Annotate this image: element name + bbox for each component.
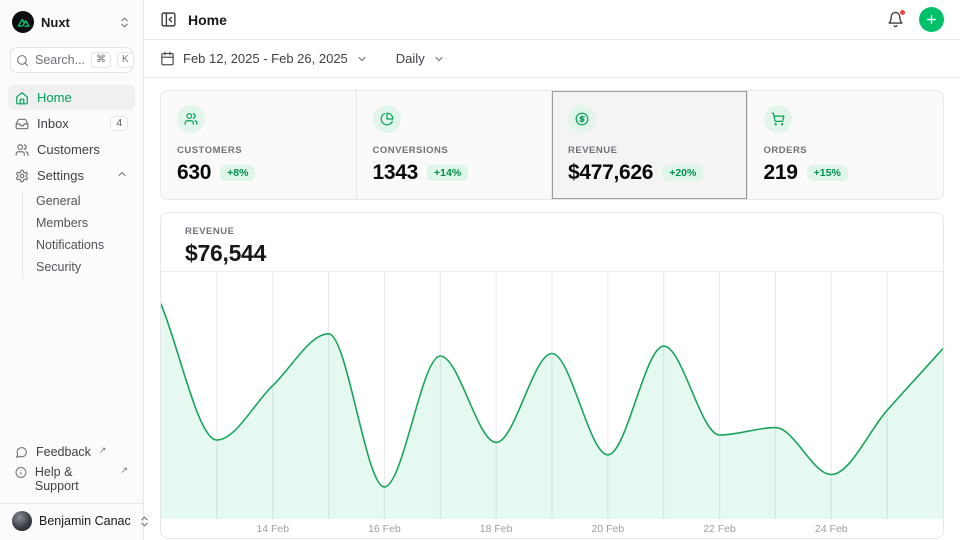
- search-input[interactable]: Search... ⌘ K: [10, 47, 133, 73]
- revenue-area-chart[interactable]: [161, 272, 943, 519]
- header-actions: [887, 7, 944, 32]
- notification-dot: [899, 9, 906, 16]
- page-title: Home: [188, 12, 227, 28]
- chart-plot-area[interactable]: [161, 272, 943, 519]
- filters-toolbar: Feb 12, 2025 - Feb 26, 2025 Daily: [144, 40, 960, 78]
- user-section: Benjamin Canac: [0, 503, 143, 540]
- stat-card-conversions[interactable]: CONVERSIONS 1343 +14%: [357, 91, 553, 199]
- stat-card-customers[interactable]: CUSTOMERS 630 +8%: [161, 91, 357, 199]
- stat-card-orders[interactable]: ORDERS 219 +15%: [748, 91, 944, 199]
- info-circle-icon: [15, 466, 27, 479]
- sidebar: Nuxt Search... ⌘ K Home Inbox 4 Cust: [0, 0, 144, 540]
- granularity-value: Daily: [396, 51, 425, 66]
- x-axis-tick-label: 18 Feb: [480, 523, 513, 535]
- x-axis-tick-label: 24 Feb: [815, 523, 848, 535]
- x-axis-tick-label: 16 Feb: [368, 523, 401, 535]
- granularity-select[interactable]: Daily: [396, 51, 445, 66]
- date-range-value: Feb 12, 2025 - Feb 26, 2025: [183, 51, 348, 66]
- chevron-up-down-icon: [118, 16, 131, 29]
- sidebar-item-customers[interactable]: Customers: [8, 137, 135, 162]
- gear-icon: [15, 169, 29, 183]
- sidebar-item-home[interactable]: Home: [8, 85, 135, 110]
- sidebar-item-label: Home: [37, 90, 72, 105]
- app-root: Nuxt Search... ⌘ K Home Inbox 4 Cust: [0, 0, 960, 540]
- inbox-icon: [15, 117, 29, 131]
- home-icon: [15, 91, 29, 105]
- panel-left-close-icon: [160, 11, 177, 28]
- chart-header: REVENUE $76,544: [161, 213, 943, 272]
- user-name: Benjamin Canac: [39, 514, 131, 528]
- stat-value: $477,626: [568, 161, 653, 185]
- chevron-up-icon: [116, 168, 128, 183]
- inbox-count-badge: 4: [110, 116, 128, 131]
- calendar-icon: [160, 51, 175, 66]
- help-support-link[interactable]: Help & Support ↗: [8, 462, 135, 496]
- x-axis-tick-label: 22 Feb: [703, 523, 736, 535]
- external-link-icon: ↗: [99, 445, 107, 455]
- external-link-icon: ↗: [120, 465, 128, 475]
- stat-label: CONVERSIONS: [373, 145, 536, 156]
- sidebar-nav: Home Inbox 4 Customers Settings General: [8, 85, 135, 278]
- add-button[interactable]: [919, 7, 944, 32]
- sidebar-item-inbox[interactable]: Inbox 4: [8, 111, 135, 136]
- stat-label: CUSTOMERS: [177, 145, 340, 156]
- kbd-k: K: [117, 52, 134, 68]
- chart-title: REVENUE: [185, 226, 919, 237]
- settings-submenu: General Members Notifications Security: [22, 190, 135, 278]
- sidebar-spacer: [8, 278, 135, 442]
- stat-card-revenue[interactable]: REVENUE $477,626 +20%: [552, 91, 748, 199]
- kbd-meta: ⌘: [91, 52, 111, 68]
- stat-delta-badge: +20%: [662, 165, 703, 182]
- search-icon: [16, 54, 29, 67]
- plus-icon: [925, 13, 938, 26]
- x-axis-tick-label: 14 Feb: [256, 523, 289, 535]
- stat-delta-badge: +14%: [427, 165, 468, 182]
- stat-value: 630: [177, 161, 211, 185]
- user-avatar: [12, 511, 32, 531]
- revenue-chart-card: REVENUE $76,544 14 Feb 16 Feb 18 Feb 20 Feb…: [160, 212, 944, 539]
- help-support-label: Help & Support: [35, 465, 113, 493]
- chevron-down-icon: [433, 53, 445, 65]
- notifications-button[interactable]: [887, 11, 904, 28]
- feedback-label: Feedback: [36, 445, 91, 459]
- date-range-picker[interactable]: Feb 12, 2025 - Feb 26, 2025: [160, 51, 368, 66]
- x-axis-tick-label: 20 Feb: [591, 523, 624, 535]
- sidebar-item-settings[interactable]: Settings: [8, 163, 135, 188]
- sidebar-item-members[interactable]: Members: [36, 212, 135, 234]
- collapse-sidebar-button[interactable]: [160, 11, 177, 28]
- sidebar-item-general[interactable]: General: [36, 190, 135, 212]
- user-menu[interactable]: Benjamin Canac: [12, 511, 131, 531]
- stat-label: ORDERS: [764, 145, 928, 156]
- workspace-name: Nuxt: [41, 15, 111, 30]
- message-bubble-icon: [15, 446, 28, 459]
- cart-icon: [764, 105, 792, 133]
- stats-row: CUSTOMERS 630 +8% CONVERSIONS 1343 +14%: [160, 90, 944, 200]
- sidebar-item-label: Inbox: [37, 116, 69, 131]
- sidebar-item-security[interactable]: Security: [36, 256, 135, 278]
- dashboard-content: CUSTOMERS 630 +8% CONVERSIONS 1343 +14%: [144, 78, 960, 539]
- users-icon: [15, 143, 29, 157]
- chevron-down-icon: [356, 53, 368, 65]
- pie-chart-icon: [373, 105, 401, 133]
- sidebar-item-label: Customers: [37, 142, 100, 157]
- search-placeholder: Search...: [35, 53, 85, 67]
- main-area: Home Feb 12, 2025 - Feb 26, 2025 Daily: [144, 0, 960, 540]
- feedback-link[interactable]: Feedback ↗: [8, 442, 135, 462]
- stat-value: 1343: [373, 161, 419, 185]
- sidebar-item-label: Settings: [37, 168, 84, 183]
- chart-current-value: $76,544: [185, 240, 919, 267]
- users-icon: [177, 105, 205, 133]
- sidebar-item-notifications[interactable]: Notifications: [36, 234, 135, 256]
- stat-label: REVENUE: [568, 145, 731, 156]
- stat-value: 219: [764, 161, 798, 185]
- dollar-circle-icon: [568, 105, 596, 133]
- chart-x-axis-labels: 14 Feb 16 Feb 18 Feb 20 Feb 22 Feb 24 Feb: [161, 519, 943, 539]
- nuxt-logo-icon: [12, 11, 34, 33]
- top-header: Home: [144, 0, 960, 40]
- stat-delta-badge: +15%: [807, 165, 848, 182]
- stat-delta-badge: +8%: [220, 165, 255, 182]
- workspace-switcher[interactable]: Nuxt: [8, 8, 135, 36]
